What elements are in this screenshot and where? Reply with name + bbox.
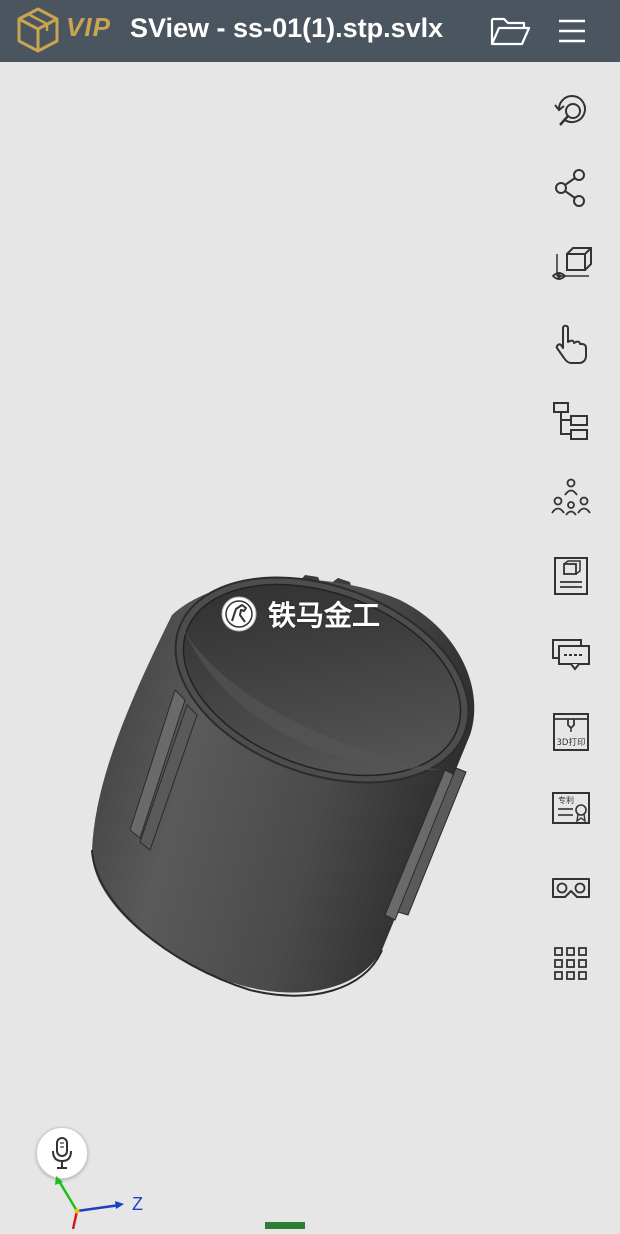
share-icon[interactable] <box>546 163 596 213</box>
vr-glasses-icon[interactable] <box>546 862 596 912</box>
patent-label: 专利 <box>558 795 574 805</box>
horse-logo-icon <box>221 596 257 632</box>
cylinder-model[interactable] <box>0 62 620 1229</box>
open-folder-icon[interactable] <box>488 9 532 53</box>
view-cube-eye-icon[interactable] <box>546 241 596 291</box>
menu-icon[interactable] <box>550 9 594 53</box>
3d-print-icon[interactable]: 3D打印 <box>546 707 596 757</box>
watermark-text: 铁马金工 <box>268 599 381 632</box>
x-axis <box>71 1210 79 1230</box>
y-axis <box>57 1180 79 1212</box>
rotate-zoom-icon[interactable] <box>546 86 596 136</box>
axis-triad: Z <box>40 1170 160 1230</box>
cube-logo-icon[interactable] <box>14 6 62 54</box>
3d-viewport[interactable]: 3D打印 专利 <box>0 62 620 1229</box>
more-apps-icon[interactable] <box>546 939 596 989</box>
touch-hand-icon[interactable] <box>546 319 596 369</box>
microphone-icon <box>52 1137 72 1169</box>
model-tree-icon[interactable] <box>546 396 596 446</box>
vip-badge: VIP <box>66 12 111 42</box>
file-title: SView - ss-01(1).stp.svlx <box>130 13 444 43</box>
patent-icon[interactable]: 专利 <box>546 784 596 834</box>
watermark: 铁马金工 <box>220 594 380 634</box>
app-header: VIP SView - ss-01(1).stp.svlx <box>0 0 620 62</box>
assembly-icon[interactable] <box>546 474 596 524</box>
z-axis-label: Z <box>132 1194 143 1214</box>
model-info-icon[interactable] <box>546 551 596 601</box>
3d-print-label: 3D打印 <box>557 737 586 748</box>
z-axis <box>76 1203 121 1213</box>
status-indicator <box>265 1222 305 1229</box>
annotation-icon[interactable] <box>546 629 596 679</box>
